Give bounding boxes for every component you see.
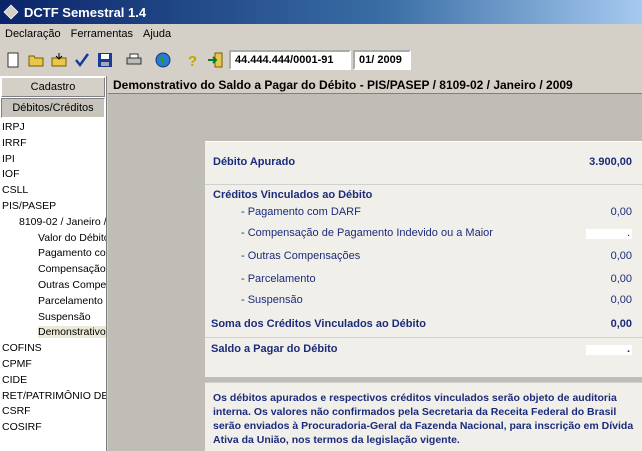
credit-value: 0,00 [610,273,632,285]
menu-declaracao[interactable]: Declaração [0,28,66,40]
tree-item[interactable]: Valor do Débito [0,231,106,247]
tree-item-label: IPI [2,152,15,165]
saldo-label: Saldo a Pagar do Débito [211,343,338,355]
tree-item[interactable]: 8109-02 / Janeiro / 2009 [0,215,106,231]
tree-item-label: CSRF [2,405,31,418]
credit-label: - Outras Compensações [241,250,361,262]
saldo-panel: Saldo a Pagar do Débito . [205,337,642,377]
credit-label: - Compensação de Pagamento Indevido ou a… [241,227,493,239]
tree-item-label: IRRF [2,136,27,149]
soma-creditos-row: Soma dos Créditos Vinculados ao Débito 0… [205,318,642,330]
credit-row: - Compensação de Pagamento Indevido ou a… [205,227,642,239]
period-field: 01/ 2009 [353,50,411,70]
tree-item[interactable]: Suspensão [0,310,106,326]
check-icon[interactable] [71,49,93,71]
credit-row: - Parcelamento 0,00 [205,273,642,285]
globe-icon[interactable] [152,49,174,71]
tree-item[interactable]: IOF [0,167,106,183]
window-title: DCTF Semestral 1.4 [24,4,147,20]
tree-item[interactable]: COSIRF [0,420,106,436]
credit-label: - Suspensão [241,294,303,306]
soma-creditos-value: 0,00 [610,318,632,330]
credit-row: - Outras Compensações 0,00 [205,250,642,262]
credit-value: 0,00 [610,250,632,262]
help-icon[interactable]: ? [181,49,203,71]
tree-item-label: Suspensão [38,310,91,323]
cnpj-field: 44.444.444/0001-91 [229,50,351,70]
tree-item[interactable]: CPMF [0,357,106,373]
tree-item-label: CPMF [2,357,32,370]
creditos-title: Créditos Vinculados ao Débito [213,189,373,201]
info-panel: Os débitos apurados e respectivos crédit… [205,382,642,451]
menu-bar: Declaração Ferramentas Ajuda [0,24,642,44]
debito-apurado-label: Débito Apurado [213,156,296,168]
menu-ferramentas[interactable]: Ferramentas [66,28,138,40]
tree-item-label: Demonstrativo [38,326,106,339]
tree-item[interactable]: PIS/PASEP [0,199,106,215]
creditos-panel: Créditos Vinculados ao Débito - Pagament… [205,184,642,337]
debito-apurado-row: Débito Apurado 3.900,00 [205,156,642,168]
tree-item[interactable]: COFINS [0,341,106,357]
tree-item[interactable]: IRPJ [0,120,106,136]
tree-item-label: CIDE [2,373,28,386]
tree-item-label: 8109-02 / Janeiro / 2009 [19,215,106,228]
tree-view: IRPJ IRRF IPI IOF CSLL PIS/PASEP 8109-02 / Jan… [0,118,106,436]
tree-item[interactable]: RET/PATRIMÔNIO DE AFETAÇÃO [0,389,106,405]
tree-item-label: RET/PATRIMÔNIO DE AFETAÇÃO [2,389,106,402]
credit-label: - Parcelamento [241,273,316,285]
title-bar: DCTF Semestral 1.4 [0,0,642,24]
credit-value: 0,00 [610,294,632,306]
tree-item-label: CSLL [2,184,29,197]
tree-item[interactable]: CSLL [0,183,106,199]
tree-item-label: PIS/PASEP [2,199,57,212]
new-document-icon[interactable] [2,49,24,71]
credit-value: 0,00 [610,206,632,218]
credit-value: . [586,228,632,239]
tree-item[interactable]: CSRF [0,404,106,420]
tree-item-label: IOF [2,168,20,181]
soma-creditos-label: Soma dos Créditos Vinculados ao Débito [211,318,426,330]
sidebar: Cadastro Débitos/Créditos IRPJ IRRF IPI IOF… [0,76,107,451]
save-icon[interactable] [94,49,116,71]
tree-item[interactable]: Outras Compensações [0,278,106,294]
svg-text:?: ? [188,53,197,68]
menu-ajuda[interactable]: Ajuda [138,28,176,40]
toolbar: ? 44.444.444/0001-91 01/ 2009 [0,45,642,75]
tree-item[interactable]: CIDE [0,373,106,389]
saldo-row: Saldo a Pagar do Débito . [205,343,642,355]
tree-item[interactable]: Compensação [0,262,106,278]
page-title: Demonstrativo do Saldo a Pagar do Débito… [108,76,642,94]
tree-item-label: COFINS [2,342,42,355]
tree-item-label: Valor do Débito [38,231,106,244]
creditos-title-row: Créditos Vinculados ao Débito [205,189,642,201]
tree-item-label: COSIRF [2,421,42,434]
tree-item-label: Outras Compensações [38,278,106,291]
debito-apurado-value: 3.900,00 [589,156,632,168]
print-icon[interactable] [123,49,145,71]
main-content: Demonstrativo do Saldo a Pagar do Débito… [108,76,642,451]
credit-label: - Pagamento com DARF [241,206,361,218]
tree-item[interactable]: IPI [0,152,106,168]
tree-item-label: IRPJ [2,121,25,133]
tab-cadastro[interactable]: Cadastro [1,77,105,97]
tree-item-label: Compensação [38,263,106,276]
tree-item[interactable]: IRRF [0,136,106,152]
tree-item[interactable]: Demonstrativo [0,325,106,341]
credit-row: - Suspensão 0,00 [205,294,642,306]
tab-debitos-creditos[interactable]: Débitos/Créditos [1,98,105,118]
import-icon[interactable] [48,49,70,71]
tree-item-label: Pagamento com DARF [38,247,106,260]
tree-item-label: Parcelamento [38,294,103,307]
credit-row: - Pagamento com DARF 0,00 [205,206,642,218]
tree-item[interactable]: Parcelamento [0,294,106,310]
app-icon [3,4,19,20]
tree-item[interactable]: Pagamento com DARF [0,246,106,262]
info-text: Os débitos apurados e respectivos crédit… [213,392,634,446]
debito-apurado-panel: Débito Apurado 3.900,00 [205,141,642,185]
open-folder-icon[interactable] [25,49,47,71]
exit-icon[interactable] [204,49,226,71]
saldo-value: . [586,344,632,355]
